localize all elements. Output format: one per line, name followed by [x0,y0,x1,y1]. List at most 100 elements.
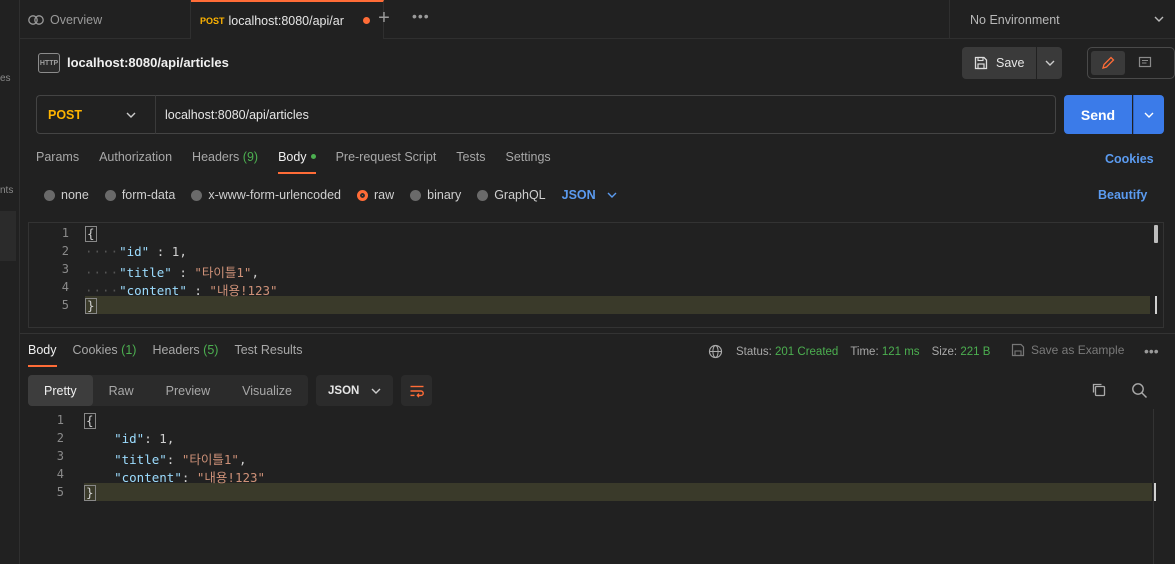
wrap-lines-icon [410,385,424,398]
view-preview[interactable]: Preview [150,375,226,406]
sidebar-fragment[interactable]: es [0,73,20,84]
wrap-lines-button[interactable] [401,375,432,406]
tab-method: POST [200,15,225,26]
mode-toggle-group [1087,47,1175,79]
more-options-icon[interactable]: ••• [1144,343,1159,359]
scrollbar-thumb[interactable] [1154,225,1158,243]
response-scrollbar[interactable] [1153,409,1163,564]
body-format-select[interactable]: JSON [562,188,618,202]
new-tab-icon[interactable]: + [374,8,394,28]
radio-none[interactable]: none [44,188,89,202]
tab-test-results[interactable]: Test Results [234,343,302,367]
view-visualize[interactable]: Visualize [226,375,308,406]
response-view-group: Pretty Raw Preview Visualize [28,375,308,406]
url-input[interactable]: localhost:8080/api/articles [155,95,1056,134]
tab-label: Params [36,150,80,164]
save-icon [974,56,988,70]
radio-urlencoded[interactable]: x-www-form-urlencoded [191,188,341,202]
code-line: ····"content" : "내용!123" [85,283,278,298]
tab-params[interactable]: Params [36,150,79,174]
brace: } [84,485,96,501]
code-line: ····"id" : 1, [85,244,187,259]
environment-label: No Environment [970,12,1060,27]
cookies-link[interactable]: Cookies [1105,152,1154,166]
brace: } [85,298,97,314]
tab-body[interactable]: Body [278,150,316,174]
json-value: "타이틀1" [194,265,252,280]
edit-mode-button[interactable] [1091,51,1125,75]
line-number: 3 [56,449,64,463]
line-number: 3 [61,262,69,276]
request-name[interactable]: localhost:8080/api/articles [67,55,229,70]
tab-pre-request-script[interactable]: Pre-request Script [336,150,437,174]
json-value: "내용!123" [196,470,266,485]
method-select[interactable]: POST [36,95,155,134]
tab-count: (9) [242,150,259,164]
beautify-link[interactable]: Beautify [1098,188,1147,202]
sidebar-fragment[interactable]: nts [0,185,20,196]
json-value: "타이틀1" [181,452,239,467]
response-tabs: Body Cookies (1) Headers (5) Test Result… [28,343,319,367]
status-label: Status: [736,345,772,358]
view-raw[interactable]: Raw [93,375,150,406]
save-as-example-button[interactable]: Save as Example [1011,343,1124,357]
view-pretty[interactable]: Pretty [28,375,93,406]
status-info[interactable]: Status: 201 Created [736,346,838,358]
save-button[interactable]: Save [962,47,1036,79]
radio-form-data[interactable]: form-data [104,188,175,202]
radio-circle [44,189,55,201]
tab-label: Cookies [72,343,118,357]
tab-label: Body [278,150,307,164]
tab-overview[interactable]: Overview [20,0,191,39]
text-cursor [1155,296,1157,314]
chevron-down-icon [1045,60,1054,66]
tab-tests[interactable]: Tests [456,150,485,174]
tab-settings[interactable]: Settings [505,150,550,174]
comment-icon [1138,56,1152,68]
line-number: 4 [61,280,69,294]
chevron-down-icon [371,388,381,394]
tab-response-headers[interactable]: Headers (5) [152,343,218,367]
tab-label: Headers [192,150,240,164]
tab-headers[interactable]: Headers (9) [192,150,258,174]
size-info[interactable]: Size: 221 B [932,346,991,358]
radio-raw[interactable]: raw [357,188,394,202]
environment-selector[interactable]: No Environment [949,0,1175,39]
line-number: 2 [56,431,64,445]
save-options-button[interactable] [1037,47,1062,79]
tab-response-cookies[interactable]: Cookies (1) [73,343,137,367]
response-body-viewer[interactable]: 1 2 3 4 5 { "id": 1, "title": "타이틀1", "c… [20,409,1164,564]
code-line: } [85,298,97,314]
chevron-down-icon [607,192,617,198]
code-line: } [84,485,96,501]
line-number: 4 [56,467,64,481]
tab-label: Authorization [99,150,173,164]
tab-response-body[interactable]: Body [28,343,57,367]
request-body-editor[interactable]: 1 2 3 4 5 { ····"id" : 1, ····"title" : … [28,222,1164,328]
time-info[interactable]: Time: 121 ms [850,346,919,358]
radio-circle-selected [357,189,368,201]
response-format-select[interactable]: JSON [316,375,393,406]
time-value: 121 ms [881,345,920,358]
comments-button[interactable] [1128,51,1162,75]
sidebar-selected-item[interactable] [0,211,16,261]
code-line: "id": 1, [114,431,175,446]
more-tabs-icon[interactable]: ••• [412,8,430,24]
tab-request-active[interactable]: POST localhost:8080/api/ar [191,0,384,39]
radio-binary[interactable]: binary [410,188,461,202]
brace: { [84,413,96,429]
tab-label: Settings [505,150,551,164]
radio-graphql[interactable]: GraphQL [477,188,546,202]
send-button[interactable]: Send [1064,95,1132,134]
body-type-radios: none form-data x-www-form-urlencoded raw… [44,187,618,203]
send-options-button[interactable] [1133,95,1164,134]
pane-divider[interactable] [20,333,1175,334]
tab-authorization[interactable]: Authorization [99,150,172,174]
search-icon[interactable] [1131,382,1148,402]
json-key: "id" [114,431,145,446]
size-label: Size: [931,345,958,358]
radio-circle [410,189,422,201]
radio-label: GraphQL [494,188,546,202]
globe-icon[interactable] [708,344,723,359]
copy-icon[interactable] [1091,382,1107,401]
